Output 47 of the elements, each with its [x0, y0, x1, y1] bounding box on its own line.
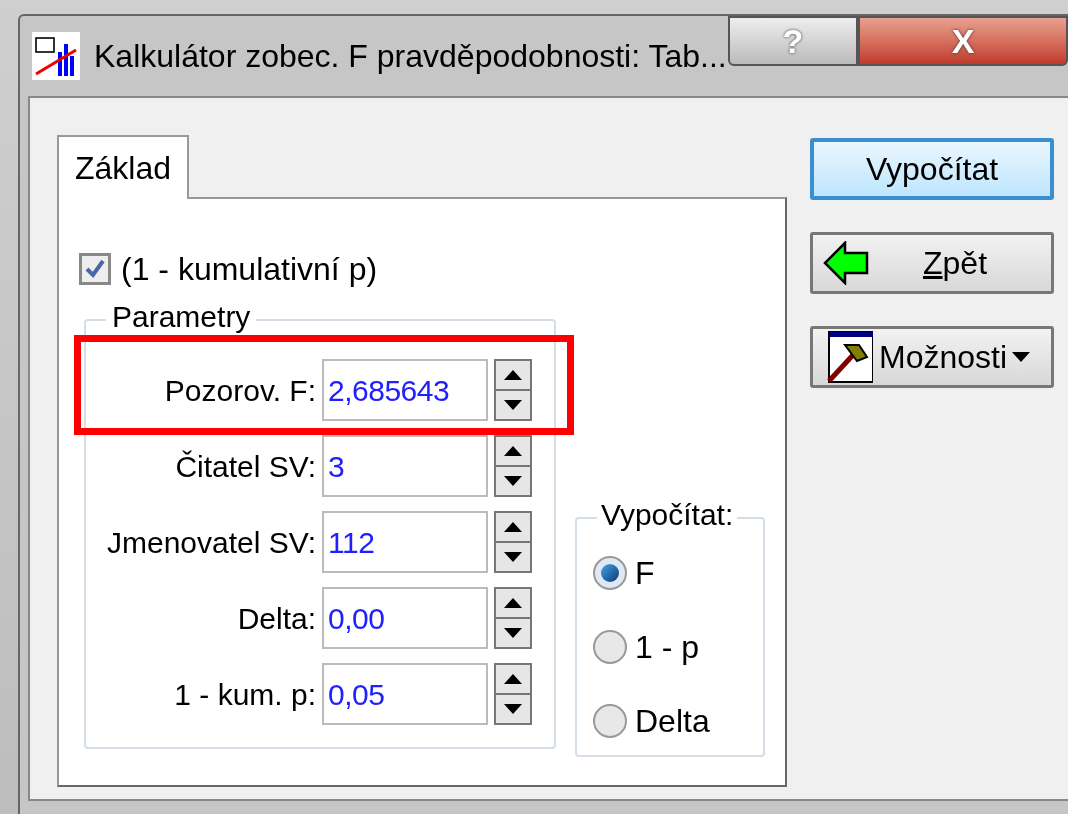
- down-arrow-icon: [503, 475, 523, 487]
- number-field[interactable]: 0,00: [322, 587, 488, 649]
- radio-button[interactable]: [593, 704, 627, 738]
- up-arrow-icon: [503, 597, 523, 609]
- tab[interactable]: Základ: [57, 135, 190, 199]
- spin-up-button[interactable]: [496, 513, 530, 541]
- spin-down-button[interactable]: [496, 619, 530, 647]
- up-arrow-icon: [503, 521, 523, 533]
- down-arrow-icon: [503, 551, 523, 563]
- calculate-button[interactable]: Vypočítat: [810, 138, 1054, 200]
- radio-label: Delta: [635, 702, 710, 741]
- down-arrow-icon: [503, 703, 523, 715]
- radio-label: F: [635, 554, 655, 593]
- checkbox-label: (1 - kumulativní p): [121, 250, 378, 289]
- down-arrow-icon: [503, 399, 523, 411]
- back-button[interactable]: Zpět: [810, 232, 1054, 294]
- spin-down-button[interactable]: [496, 391, 530, 419]
- left-arrow-icon: [823, 241, 869, 285]
- spin-down-button[interactable]: [496, 543, 530, 571]
- options-button[interactable]: Možnosti: [810, 326, 1054, 388]
- radio-label: 1 - p: [635, 628, 700, 667]
- spin-up-button[interactable]: [496, 437, 530, 465]
- field-label: Pozorov. F:: [163, 372, 317, 409]
- app-icon: [32, 32, 80, 80]
- radio-button[interactable]: [593, 630, 627, 664]
- up-arrow-icon: [503, 673, 523, 685]
- number-field[interactable]: 3: [322, 435, 488, 497]
- down-arrow-icon: [503, 627, 523, 639]
- checkbox[interactable]: [79, 253, 111, 285]
- check-icon: [84, 258, 106, 280]
- number-field[interactable]: 0,05: [322, 663, 488, 725]
- up-arrow-icon: [503, 445, 523, 457]
- number-field[interactable]: 2,685643: [322, 359, 488, 421]
- window-title: Kalkulátor zobec. F pravděpodobnosti: Tab...: [94, 37, 727, 76]
- spin-down-button[interactable]: [496, 467, 530, 495]
- radio-button[interactable]: [593, 556, 627, 590]
- spin-up-button[interactable]: [496, 665, 530, 693]
- field-label: 1 - kum. p:: [173, 676, 317, 713]
- caret-icon: [1011, 351, 1032, 363]
- field-label: Delta:: [236, 600, 317, 637]
- field-label: Čitatel SV:: [174, 448, 317, 485]
- number-field[interactable]: 112: [322, 511, 488, 573]
- spin-down-button[interactable]: [496, 695, 530, 723]
- spin-up-button[interactable]: [496, 589, 530, 617]
- field-label: Jmenovatel SV:: [106, 524, 317, 561]
- up-arrow-icon: [503, 369, 523, 381]
- spin-up-button[interactable]: [496, 361, 530, 389]
